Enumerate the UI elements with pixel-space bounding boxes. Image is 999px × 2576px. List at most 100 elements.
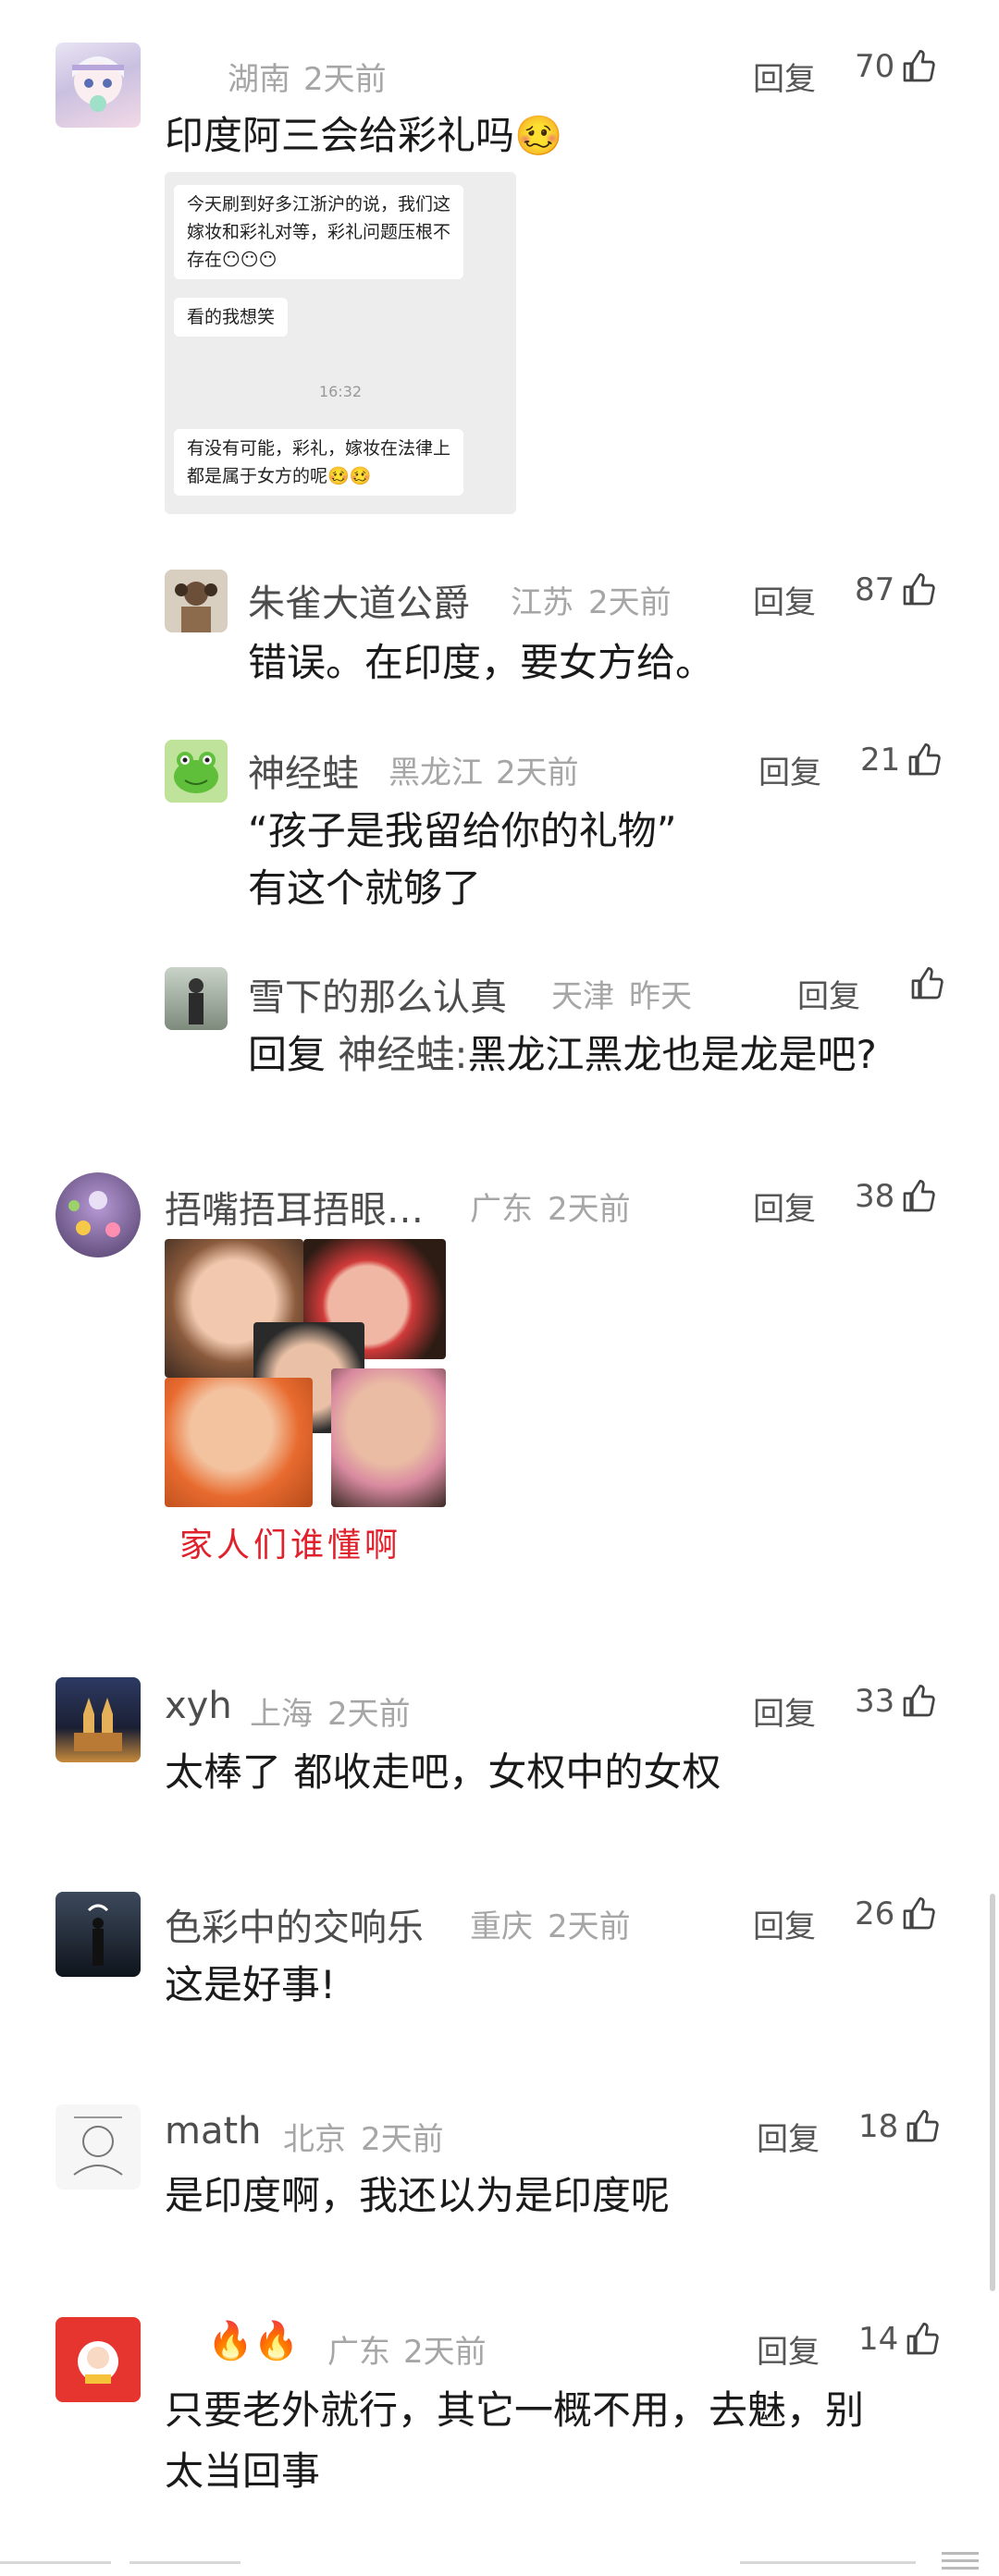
like-count: 26 — [855, 1895, 895, 1932]
comment-region: 江苏 — [511, 584, 574, 621]
comment-time: 2天前 — [403, 2334, 487, 2371]
comment-region: 北京 — [283, 2121, 346, 2158]
like-button[interactable] — [903, 965, 945, 1002]
reply-button[interactable]: 回复 — [758, 747, 821, 792]
thumbs-up-icon — [903, 1897, 935, 1930]
reply-button[interactable]: 回复 — [797, 971, 860, 1016]
like-count: 14 — [858, 2321, 899, 2358]
chat-bubble: 有没有可能，彩礼，嫁妆在法律上 都是属于女方的呢🥴🥴 — [174, 429, 464, 496]
username[interactable]: math — [165, 2110, 262, 2153]
comment-text-line: 有这个就够了 — [248, 865, 482, 911]
chat-line: 看的我想笑 — [187, 307, 276, 327]
chat-line: 存在😶😶😶 — [187, 250, 278, 270]
reply-button[interactable]: 回复 — [753, 1688, 816, 1734]
reply-button[interactable]: 回复 — [753, 1184, 816, 1229]
meme-caption: 家人们谁懂啊 — [179, 1527, 402, 1564]
username[interactable]: 🔥🔥 — [207, 2319, 300, 2362]
avatar[interactable] — [165, 967, 228, 1030]
username[interactable]: 捂嘴捂耳捂眼… — [165, 1180, 424, 1233]
avatar[interactable] — [165, 570, 228, 632]
like-count: 33 — [855, 1683, 895, 1720]
chat-bubble: 今天刷到好多江浙沪的说，我们这 嫁妆和彩礼对等，彩礼问题压根不 存在😶😶😶 — [174, 185, 464, 279]
comment-region: 广东 — [470, 1191, 533, 1228]
like-button[interactable]: 38 — [855, 1178, 937, 1215]
username[interactable]: 色彩中的交响乐 — [165, 1897, 424, 1951]
reply-prefix: 回复 — [248, 1032, 327, 1077]
like-button[interactable]: 70 — [855, 48, 937, 85]
thumbs-up-icon — [903, 1685, 935, 1717]
username[interactable]: 神经蛙 — [248, 743, 359, 797]
like-button[interactable]: 18 — [858, 2108, 941, 2145]
comment-time: 昨天 — [629, 978, 692, 1015]
meme-face — [331, 1368, 446, 1507]
thumbs-up-icon — [903, 50, 935, 82]
like-button[interactable]: 87 — [855, 571, 937, 608]
divider — [130, 2561, 240, 2564]
avatar[interactable] — [56, 2317, 141, 2402]
like-count: 87 — [855, 571, 895, 608]
frog-avatar-icon — [174, 752, 218, 793]
mention-link[interactable]: 神经蛙: — [338, 1032, 467, 1077]
meme-image[interactable]: 家人们谁懂啊 — [165, 1239, 446, 1572]
reply-button[interactable]: 回复 — [753, 54, 816, 99]
comment-text: 回复 神经蛙:黑龙江黑龙也是龙是吧? — [248, 1021, 877, 1089]
bottom-bar — [0, 2541, 999, 2576]
like-button[interactable]: 26 — [855, 1895, 937, 1932]
comment-time: 2天前 — [588, 584, 672, 621]
chat-line: 今天刷到好多江浙沪的说，我们这 — [187, 194, 451, 215]
chat-screenshot[interactable]: 今天刷到好多江浙沪的说，我们这 嫁妆和彩礼对等，彩礼问题压根不 存在😶😶😶 看的… — [165, 172, 516, 514]
comment-text: 错误。在印度，要女方给。 — [248, 640, 715, 685]
scrollbar[interactable] — [990, 1894, 995, 2291]
thumbs-up-icon — [906, 2110, 939, 2142]
avatar[interactable] — [56, 1172, 141, 1257]
thumbs-up-icon — [908, 743, 941, 776]
reply-button[interactable]: 回复 — [753, 577, 816, 622]
person-avatar-icon — [189, 978, 204, 1024]
silhouette-avatar-icon — [87, 1904, 109, 1966]
comment-time: 2天前 — [327, 1696, 411, 1733]
comment-region: 广东 — [327, 2334, 390, 2371]
avatar[interactable] — [56, 2104, 141, 2190]
like-button[interactable]: 21 — [860, 742, 943, 779]
sketch-avatar-icon — [73, 2116, 123, 2176]
like-button[interactable]: 14 — [858, 2321, 941, 2358]
username[interactable]: xyh — [165, 1685, 232, 1727]
avatar[interactable] — [56, 1892, 141, 1977]
comment-region: 重庆 — [470, 1908, 533, 1945]
avatar[interactable] — [165, 740, 228, 803]
flower-avatar-icon — [68, 1191, 120, 1237]
menu-icon[interactable] — [942, 2550, 979, 2572]
thumbs-up-icon — [906, 2323, 939, 2355]
like-count: 70 — [855, 48, 895, 85]
comment-text-line: 太当回事 — [165, 2448, 321, 2494]
avatar[interactable] — [56, 1677, 141, 1762]
comment-text-line: 只要老外就行，其它一概不用，去魅，别 — [165, 2387, 865, 2433]
portrait-avatar-icon — [175, 582, 217, 632]
comment-time: 2天前 — [496, 754, 579, 791]
username[interactable]: 朱雀大道公爵 — [248, 573, 470, 627]
comment-region: 上海 — [250, 1696, 313, 1733]
username[interactable]: 雪下的那么认真 — [248, 967, 507, 1021]
lucky-avatar-icon — [78, 2341, 118, 2384]
chat-line: 有没有可能，彩礼，嫁妆在法律上 — [187, 438, 451, 459]
like-count: 21 — [860, 742, 901, 779]
meme-face — [165, 1378, 313, 1507]
church-avatar-icon — [74, 1698, 122, 1751]
thumbs-up-icon — [903, 573, 935, 606]
chat-bubble: 看的我想笑 — [174, 298, 289, 337]
like-count: 18 — [858, 2108, 899, 2145]
comment-text: 是印度啊，我还以为是印度呢 — [165, 2173, 671, 2218]
comment-text: 这是好事! — [165, 1962, 336, 2007]
divider — [740, 2561, 916, 2564]
comment-time: 2天前 — [548, 1191, 631, 1228]
comment-time: 2天前 — [361, 2121, 444, 2158]
like-count: 38 — [855, 1178, 895, 1215]
reply-button[interactable]: 回复 — [753, 1901, 816, 1946]
reply-body: 黑龙江黑龙也是龙是吧? — [467, 1032, 877, 1077]
like-button[interactable]: 33 — [855, 1683, 937, 1720]
reply-button[interactable]: 回复 — [757, 2114, 820, 2159]
comment-region: 天津 — [551, 978, 614, 1015]
reply-button[interactable]: 回复 — [757, 2326, 820, 2372]
chat-timestamp: 16:32 — [318, 383, 363, 400]
avatar[interactable] — [56, 43, 141, 128]
